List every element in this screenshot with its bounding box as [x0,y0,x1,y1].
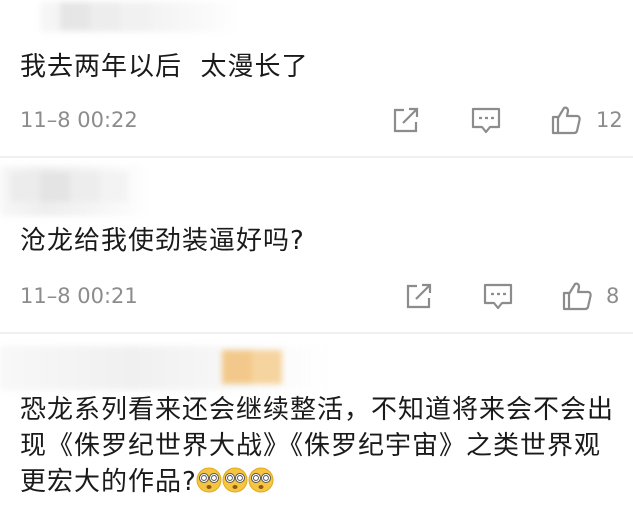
blurred-username [0,166,150,216]
share-icon[interactable] [390,104,422,136]
thumbs-up-icon[interactable] [550,104,582,136]
comment-timestamp: 11–8 00:21 [20,284,138,308]
blurred-username [0,346,330,390]
thumbs-up-icon[interactable] [561,280,593,312]
comment-icon[interactable] [482,280,514,312]
divider [0,332,633,334]
dizzy-face-emoji [248,467,274,493]
comment-text: 恐龙系列看来还会继续整活，不知道将来会不会出现《侏罗纪世界大战》《侏罗纪宇宙》之… [20,392,620,500]
comment-body: 恐龙系列看来还会继续整活，不知道将来会不会出现《侏罗纪世界大战》《侏罗纪宇宙》之… [20,395,615,497]
comment-meta: 11–8 00:22 12 [0,100,633,140]
divider [0,156,633,158]
reaction-emojis [196,467,275,497]
like-count: 8 [606,284,620,308]
share-icon[interactable] [403,280,435,312]
comment-icon[interactable] [470,104,502,136]
like-count: 12 [596,108,623,132]
dizzy-face-emoji [222,467,248,493]
comment-meta: 11–8 00:21 8 [0,276,633,316]
comment-feed: { "comments": [ { "text": "我去两年以后 太漫长了",… [0,0,633,521]
comment-text: 沧龙给我使劲装逼好吗? [20,226,305,256]
blurred-username [40,2,240,32]
comment-text: 我去两年以后 太漫长了 [20,52,309,82]
comment-timestamp: 11–8 00:22 [20,108,138,132]
dizzy-face-emoji [196,467,222,493]
